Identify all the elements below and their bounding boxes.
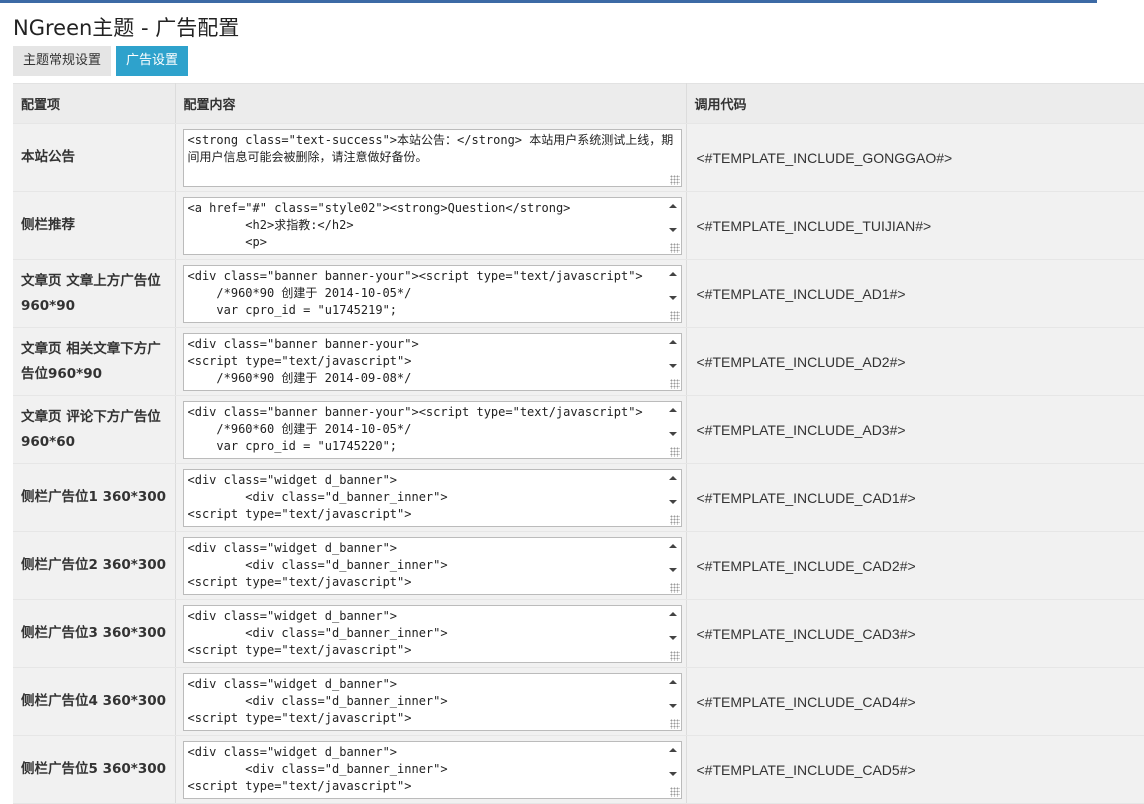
table-row: 文章页 文章上方广告位960*90 <div class="banner ban… <box>13 259 1144 328</box>
call-code-tuijian: <#TEMPLATE_INCLUDE_TUIJIAN#> <box>686 191 1144 260</box>
page-title: NGreen主题 - 广告配置 <box>13 16 240 40</box>
table-row: 本站公告 <strong class="text-success">本站公告：<… <box>13 123 1144 192</box>
row-label-cad5: 侧栏广告位5 360*300 <box>13 735 176 804</box>
resize-grip-icon[interactable] <box>669 242 680 253</box>
tab-general-settings[interactable]: 主题常规设置 <box>13 46 112 76</box>
resize-grip-icon[interactable] <box>669 446 680 457</box>
table-row: 侧栏广告位5 360*300 <div class="widget d_bann… <box>13 735 1144 804</box>
content-textarea-cad1[interactable]: <div class="widget d_banner"> <div class… <box>182 468 682 527</box>
table-row: 文章页 评论下方广告位960*60 <div class="banner ban… <box>13 395 1144 464</box>
content-textarea-cad3[interactable]: <div class="widget d_banner"> <div class… <box>182 604 682 663</box>
scroll-up-arrow-icon[interactable] <box>668 407 677 412</box>
top-accent-bar <box>0 0 1097 3</box>
row-label-cad3: 侧栏广告位3 360*300 <box>13 599 176 668</box>
textarea-value: <div class="widget d_banner"> <div class… <box>187 676 448 725</box>
row-label-gonggao: 本站公告 <box>13 123 176 192</box>
content-textarea-gonggao[interactable]: <strong class="text-success">本站公告：</stro… <box>182 128 682 187</box>
call-code-ad2: <#TEMPLATE_INCLUDE_AD2#> <box>686 327 1144 396</box>
tab-ad-settings[interactable]: 广告设置 <box>116 46 189 76</box>
content-textarea-ad2[interactable]: <div class="banner banner-your"> <script… <box>182 332 682 391</box>
table-row: 侧栏推荐 <a href="#" class="style02"><strong… <box>13 191 1144 260</box>
resize-grip-icon[interactable] <box>669 650 680 661</box>
table-header-row: 配置项 配置内容 调用代码 <box>13 83 1144 124</box>
textarea-value: <div class="widget d_banner"> <div class… <box>187 472 448 521</box>
row-label-cad2: 侧栏广告位2 360*300 <box>13 531 176 600</box>
textarea-value: <div class="widget d_banner"> <div class… <box>187 540 448 589</box>
row-label-tuijian: 侧栏推荐 <box>13 191 176 260</box>
content-textarea-tuijian[interactable]: <a href="#" class="style02"><strong>Ques… <box>182 196 682 255</box>
scroll-down-arrow-icon[interactable] <box>668 635 677 640</box>
content-textarea-cad4[interactable]: <div class="widget d_banner"> <div class… <box>182 672 682 731</box>
header-call-code: 调用代码 <box>686 83 1144 124</box>
scroll-down-arrow-icon[interactable] <box>668 295 677 300</box>
scroll-down-arrow-icon[interactable] <box>668 703 677 708</box>
call-code-cad4: <#TEMPLATE_INCLUDE_CAD4#> <box>686 667 1144 736</box>
table-row: 文章页 相关文章下方广告位960*90 <div class="banner b… <box>13 327 1144 396</box>
row-label-cad1: 侧栏广告位1 360*300 <box>13 463 176 532</box>
scroll-down-arrow-icon[interactable] <box>668 227 677 232</box>
scroll-up-arrow-icon[interactable] <box>668 475 677 480</box>
textarea-value: <strong class="text-success">本站公告：</stro… <box>187 132 674 164</box>
header-config-item: 配置项 <box>13 83 176 124</box>
table-row: 侧栏广告位3 360*300 <div class="widget d_bann… <box>13 599 1144 668</box>
call-code-cad5: <#TEMPLATE_INCLUDE_CAD5#> <box>686 735 1144 804</box>
row-label-ad1: 文章页 文章上方广告位960*90 <box>13 259 176 328</box>
settings-tabs: 主题常规设置 广告设置 <box>13 46 193 76</box>
header-config-content: 配置内容 <box>175 83 687 124</box>
scroll-up-arrow-icon[interactable] <box>668 611 677 616</box>
resize-grip-icon[interactable] <box>669 786 680 797</box>
scroll-up-arrow-icon[interactable] <box>668 679 677 684</box>
scroll-down-arrow-icon[interactable] <box>668 363 677 368</box>
call-code-gonggao: <#TEMPLATE_INCLUDE_GONGGAO#> <box>686 123 1144 192</box>
content-textarea-ad1[interactable]: <div class="banner banner-your"><script … <box>182 264 682 323</box>
textarea-value: <a href="#" class="style02"><strong>Ques… <box>187 200 571 249</box>
scroll-up-arrow-icon[interactable] <box>668 203 677 208</box>
resize-grip-icon[interactable] <box>669 310 680 321</box>
call-code-cad3: <#TEMPLATE_INCLUDE_CAD3#> <box>686 599 1144 668</box>
row-label-ad2: 文章页 相关文章下方广告位960*90 <box>13 327 176 396</box>
content-textarea-cad2[interactable]: <div class="widget d_banner"> <div class… <box>182 536 682 595</box>
row-label-cad4: 侧栏广告位4 360*300 <box>13 667 176 736</box>
call-code-ad3: <#TEMPLATE_INCLUDE_AD3#> <box>686 395 1144 464</box>
resize-grip-icon[interactable] <box>669 174 680 185</box>
scroll-down-arrow-icon[interactable] <box>668 431 677 436</box>
resize-grip-icon[interactable] <box>669 718 680 729</box>
call-code-ad1: <#TEMPLATE_INCLUDE_AD1#> <box>686 259 1144 328</box>
scroll-up-arrow-icon[interactable] <box>668 339 677 344</box>
scroll-up-arrow-icon[interactable] <box>668 747 677 752</box>
table-row: 侧栏广告位2 360*300 <div class="widget d_bann… <box>13 531 1144 600</box>
resize-grip-icon[interactable] <box>669 378 680 389</box>
ad-config-table: 配置项 配置内容 调用代码 本站公告 <strong class="text-s… <box>13 83 1144 804</box>
textarea-value: <div class="banner banner-your"><script … <box>187 268 643 317</box>
table-row: 侧栏广告位1 360*300 <div class="widget d_bann… <box>13 463 1144 532</box>
content-textarea-ad3[interactable]: <div class="banner banner-your"><script … <box>182 400 682 459</box>
call-code-cad1: <#TEMPLATE_INCLUDE_CAD1#> <box>686 463 1144 532</box>
scroll-up-arrow-icon[interactable] <box>668 543 677 548</box>
scroll-down-arrow-icon[interactable] <box>668 567 677 572</box>
resize-grip-icon[interactable] <box>669 514 680 525</box>
call-code-cad2: <#TEMPLATE_INCLUDE_CAD2#> <box>686 531 1144 600</box>
scroll-down-arrow-icon[interactable] <box>668 499 677 504</box>
resize-grip-icon[interactable] <box>669 582 680 593</box>
textarea-value: <div class="widget d_banner"> <div class… <box>187 744 448 793</box>
scroll-up-arrow-icon[interactable] <box>668 271 677 276</box>
scroll-down-arrow-icon[interactable] <box>668 771 677 776</box>
textarea-value: <div class="banner banner-your"> <script… <box>187 336 419 385</box>
content-textarea-cad5[interactable]: <div class="widget d_banner"> <div class… <box>182 740 682 799</box>
textarea-value: <div class="widget d_banner"> <div class… <box>187 608 448 657</box>
row-label-ad3: 文章页 评论下方广告位960*60 <box>13 395 176 464</box>
textarea-value: <div class="banner banner-your"><script … <box>187 404 643 453</box>
table-row: 侧栏广告位4 360*300 <div class="widget d_bann… <box>13 667 1144 736</box>
